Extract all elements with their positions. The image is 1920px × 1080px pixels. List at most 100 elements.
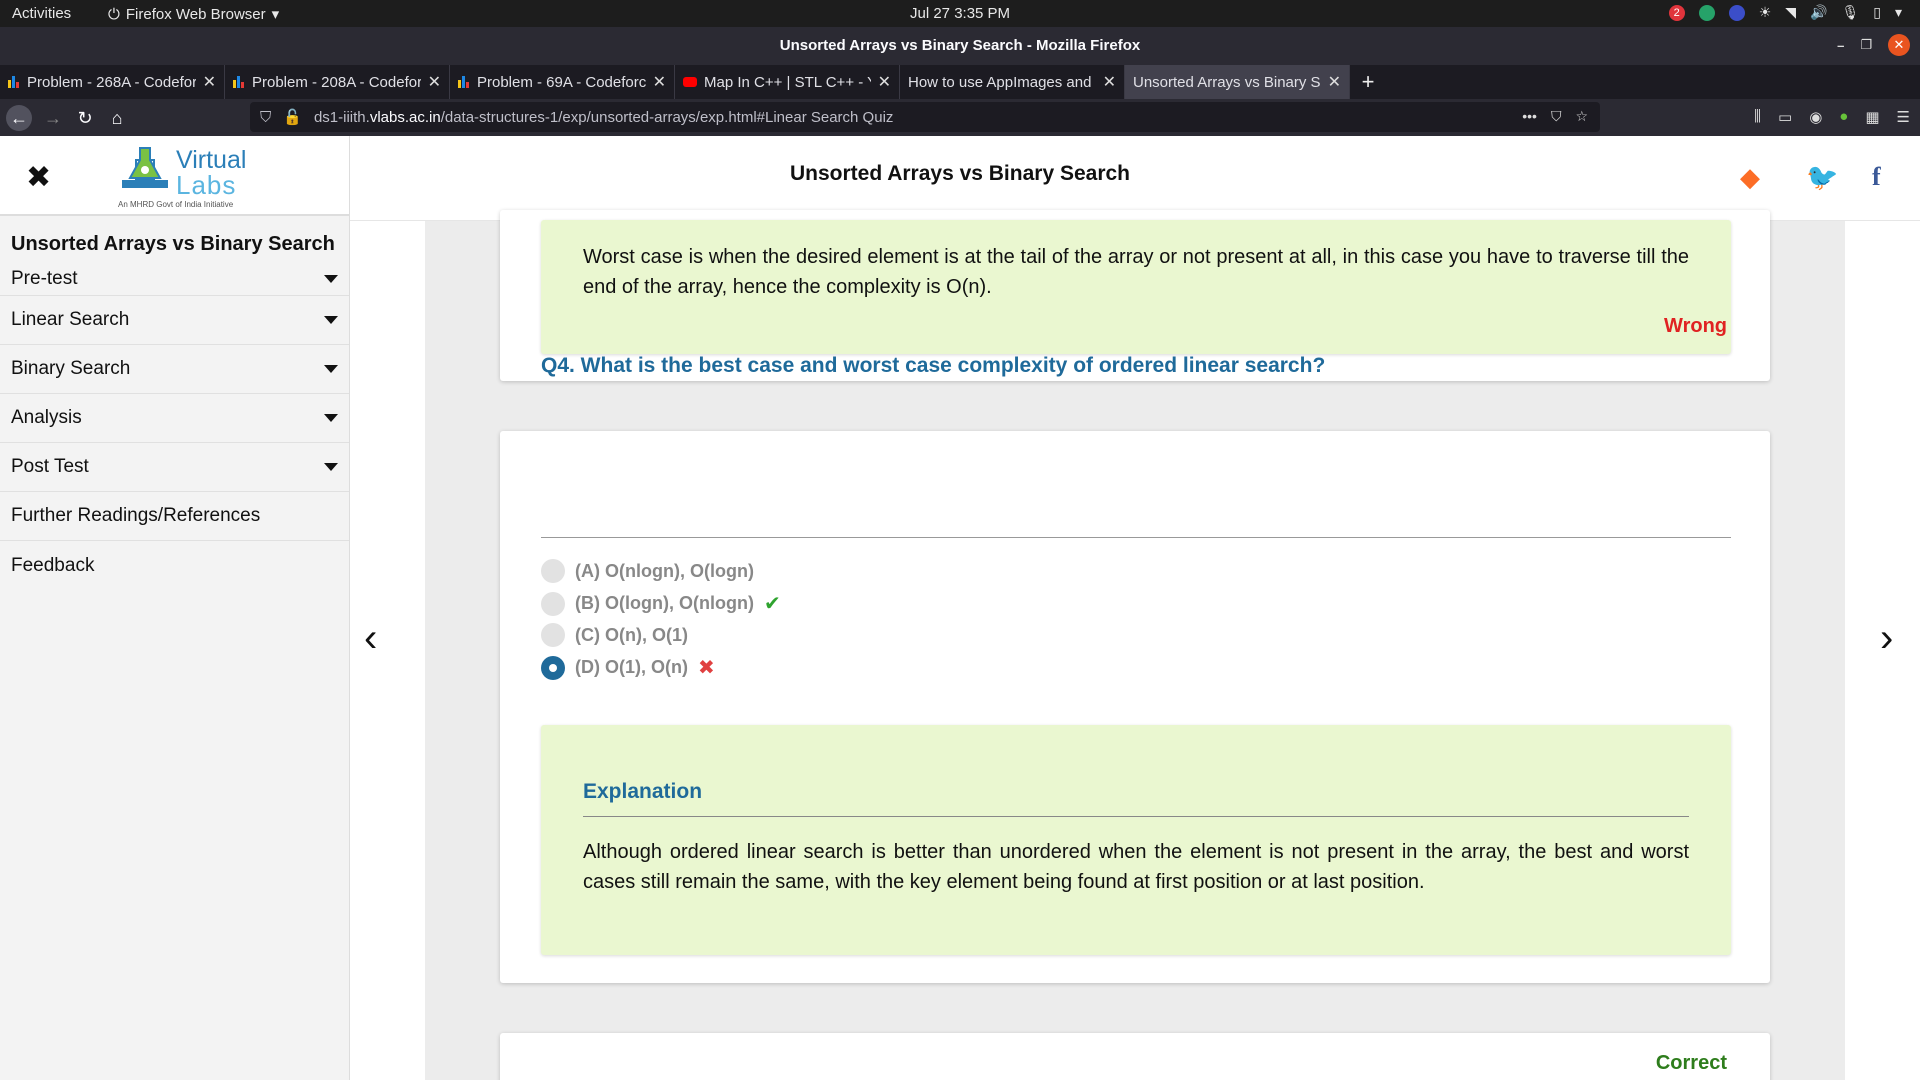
sidebar-toggle-icon[interactable]: ▭ xyxy=(1778,108,1792,126)
logo-text-labs: Labs xyxy=(176,170,237,200)
account-icon[interactable]: ◉ xyxy=(1809,108,1822,126)
option-label: (C) O(n), O(1) xyxy=(575,624,688,645)
tab-label: Unsorted Arrays vs Binary Search xyxy=(1133,73,1321,91)
insecure-lock-icon[interactable]: 🔓 xyxy=(283,108,302,126)
option-a[interactable]: (A) O(nlogn), O(logn) xyxy=(541,559,754,583)
twitter-icon[interactable]: 🐦 xyxy=(1806,162,1838,193)
notification-badge[interactable]: 2 xyxy=(1668,4,1685,21)
sidebar-item-further-readings[interactable]: Further Readings/References xyxy=(0,492,349,541)
sidebar-item-pre-test[interactable]: Pre-test xyxy=(0,262,349,296)
url-host: vlabs.ac.in xyxy=(369,108,441,126)
next-arrow-icon[interactable]: › xyxy=(1880,616,1893,661)
radio-button[interactable] xyxy=(541,623,565,647)
tab-label: Problem - 69A - Codeforces xyxy=(477,73,646,91)
caret-down-icon xyxy=(324,316,338,324)
url-text: ds1-iiith.vlabs.ac.in/data-structures-1/… xyxy=(314,109,893,126)
caret-down-icon xyxy=(324,463,338,471)
flask-logo-icon xyxy=(122,147,168,188)
back-button[interactable]: ← xyxy=(6,105,32,131)
caret-down-icon xyxy=(324,414,338,422)
tab-label: Map In C++ | STL C++ - YouTube xyxy=(704,73,871,91)
url-actions: ••• ⛉ ☆ xyxy=(1522,108,1588,125)
library-icon[interactable]: ⫼ xyxy=(1754,108,1761,126)
explanation-title: Explanation xyxy=(583,780,703,803)
sidebar-item-linear-search[interactable]: Linear Search xyxy=(0,296,349,345)
caret-down-icon xyxy=(324,365,338,373)
previous-explanation-box: Worst case is when the desired element i… xyxy=(541,220,1731,354)
codeforces-icon xyxy=(8,76,20,88)
sidebar-header: ✖ Virtual Labs An MHRD Govt of India Ini… xyxy=(0,136,349,216)
activities-button[interactable]: Activities xyxy=(12,5,71,22)
sidebar-item-label: Linear Search xyxy=(11,309,130,330)
browser-tab-active[interactable]: Unsorted Arrays vs Binary Search ✕ xyxy=(1125,65,1350,99)
forward-button[interactable]: → xyxy=(40,105,66,131)
reload-button[interactable]: ↻ xyxy=(72,105,98,131)
option-label: (B) O(logn), O(nlogn) xyxy=(575,593,754,613)
sidebar-item-feedback[interactable]: Feedback xyxy=(0,541,349,590)
next-question-card xyxy=(500,1033,1770,1080)
extension-indicator-icon[interactable] xyxy=(1728,4,1745,21)
page-actions-icon[interactable]: ••• xyxy=(1522,108,1537,125)
sidebar: ✖ Virtual Labs An MHRD Govt of India Ini… xyxy=(0,136,350,1080)
browser-tab[interactable]: How to use AppImages and ✕ xyxy=(900,65,1125,99)
previous-arrow-icon[interactable]: ‹ xyxy=(364,616,377,661)
extensions-icon[interactable]: ▦ xyxy=(1865,108,1879,126)
option-d[interactable]: (D) O(1), O(n) ✖ xyxy=(541,655,715,680)
home-button[interactable]: ⌂ xyxy=(104,105,130,131)
page-title: Unsorted Arrays vs Binary Search xyxy=(789,162,1131,185)
system-tray[interactable]: 2 ☀ ◥ 🔊 🎙 ▯ ▾ xyxy=(1668,4,1902,21)
volume-icon: 🔊 xyxy=(1810,4,1828,20)
power-menu-icon[interactable]: ▾ xyxy=(1895,4,1902,21)
close-sidebar-icon[interactable]: ✖ xyxy=(26,160,51,195)
address-bar[interactable]: ⛉ 🔓 ds1-iiith.vlabs.ac.in/data-structure… xyxy=(250,102,1600,132)
browser-tab[interactable]: Problem - 69A - Codeforces ✕ xyxy=(450,65,675,99)
battery-icon: ▯ xyxy=(1873,4,1881,20)
radio-button-selected[interactable] xyxy=(541,655,565,680)
maximize-icon[interactable]: ❐ xyxy=(1860,37,1872,53)
sidebar-item-analysis[interactable]: Analysis xyxy=(0,394,349,443)
hamburger-menu-icon[interactable]: ☰ xyxy=(1897,108,1910,126)
wifi-icon: ◥ xyxy=(1785,4,1797,20)
toolbar-right: ⫼ ▭ ◉ ● ▦ ☰ xyxy=(1754,108,1910,126)
app-menu[interactable]: ⏻ Firefox Web Browser ▾ xyxy=(108,5,280,24)
browser-tab[interactable]: Problem - 208A - Codeforces ✕ xyxy=(225,65,450,99)
tab-close-icon[interactable]: ✕ xyxy=(1328,72,1341,92)
bookmark-star-icon[interactable]: ☆ xyxy=(1575,108,1588,125)
question-divider xyxy=(541,537,1731,538)
tab-close-icon[interactable]: ✕ xyxy=(203,72,216,92)
sidebar-title: Unsorted Arrays vs Binary Search xyxy=(11,233,335,255)
facebook-icon[interactable]: f xyxy=(1872,162,1881,192)
extension-icon[interactable]: ● xyxy=(1839,108,1848,126)
option-b[interactable]: (B) O(logn), O(nlogn) ✔ xyxy=(541,591,781,616)
explanation-box: Explanation Although ordered linear sear… xyxy=(541,725,1731,955)
new-tab-button[interactable]: + xyxy=(1350,65,1386,99)
app-indicator-icon[interactable] xyxy=(1698,4,1715,21)
tab-label: Problem - 208A - Codeforces xyxy=(252,73,421,91)
radio-button[interactable] xyxy=(541,559,565,583)
shield-icon[interactable]: ⛉ xyxy=(260,109,271,126)
window-close-button[interactable]: ✕ xyxy=(1888,34,1910,56)
chevron-down-icon: ▾ xyxy=(271,6,280,23)
option-c[interactable]: (C) O(n), O(1) xyxy=(541,623,688,647)
codeforces-icon xyxy=(233,76,245,88)
browser-tab[interactable]: Problem - 268A - Codeforces ✕ xyxy=(0,65,225,99)
browser-tab[interactable]: Map In C++ | STL C++ - YouTube ✕ xyxy=(675,65,900,99)
clock[interactable]: Jul 27 3:35 PM xyxy=(910,5,1010,22)
tab-close-icon[interactable]: ✕ xyxy=(878,72,891,92)
minimize-icon[interactable]: – xyxy=(1837,38,1844,53)
tab-close-icon[interactable]: ✕ xyxy=(1103,72,1116,92)
page-header: Unsorted Arrays vs Binary Search ◆ 🐦 f xyxy=(350,136,1920,221)
tab-close-icon[interactable]: ✕ xyxy=(653,72,666,92)
sidebar-item-post-test[interactable]: Post Test xyxy=(0,443,349,492)
logo-tagline: An MHRD Govt of India Initiative xyxy=(118,200,234,209)
sidebar-item-label: Binary Search xyxy=(11,358,131,379)
sidebar-item-binary-search[interactable]: Binary Search xyxy=(0,345,349,394)
url-path: /data-structures-1/exp/unsorted-arrays/e… xyxy=(440,108,894,126)
gitlab-icon[interactable]: ◆ xyxy=(1740,162,1760,193)
radio-button[interactable] xyxy=(541,591,565,616)
pocket-icon[interactable]: ⛉ xyxy=(1551,108,1562,125)
microphone-icon: 🎙 xyxy=(1841,4,1860,20)
tab-close-icon[interactable]: ✕ xyxy=(428,72,441,92)
virtual-labs-logo[interactable]: Virtual Labs An MHRD Govt of India Initi… xyxy=(118,142,248,210)
navigation-toolbar: ← → ↻ ⌂ ⛉ 🔓 ds1-iiith.vlabs.ac.in/data-s… xyxy=(0,99,1920,136)
